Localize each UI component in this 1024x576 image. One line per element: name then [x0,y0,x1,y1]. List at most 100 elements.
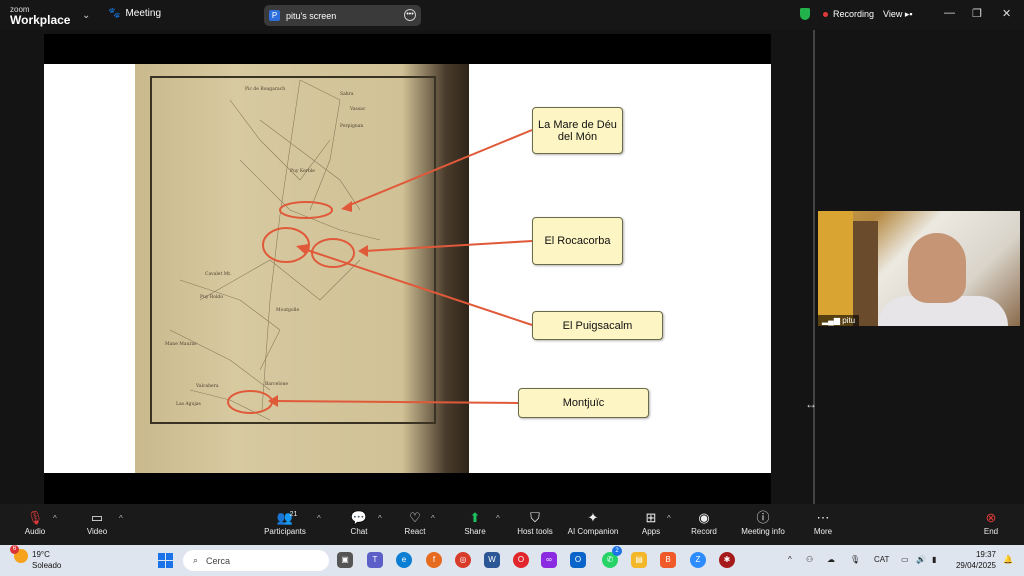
svg-text:Barcelone: Barcelone [265,381,288,387]
host-tools-button[interactable]: ⛉ Host tools [514,508,556,536]
notification-icon[interactable]: 🔔 [1003,555,1013,564]
audio-button[interactable]: 🎙 Audio [22,508,48,536]
apps-icon: ⊞ [645,510,657,525]
svg-text:Cavalet Mt.: Cavalet Mt. [205,271,232,277]
record-icon: ◉ [698,510,710,525]
chrome-icon[interactable]: ◎ [455,552,471,568]
audio-caret-icon[interactable]: ^ [53,514,57,523]
sparkle-icon: ✦ [587,510,599,525]
meeting-info-label: Meeting info [741,527,785,536]
react-label: React [404,527,426,536]
ai-companion-label: AI Companion [567,527,619,536]
search-placeholder: Cerca [206,555,231,566]
end-button[interactable]: ⊗ End [978,508,1004,536]
share-screen-icon: ⬆ [469,510,481,525]
panel-divider[interactable] [813,30,815,504]
participants-caret-icon[interactable]: ^ [317,514,321,523]
brave-icon[interactable]: B [660,552,676,568]
react-caret-icon[interactable]: ^ [431,514,435,523]
paint-splash-icon[interactable]: ✱ [719,552,735,568]
participant-name-tag: ▂▄▆ pitu [818,315,860,326]
camera-icon: ▭ [90,510,104,525]
react-button[interactable]: ♡ React [402,508,428,536]
display-icon[interactable]: ▭ [901,555,909,564]
host-tools-label: Host tools [517,527,553,536]
clock-date: 29/04/2025 [955,561,996,570]
search-icon: ⌕ [193,555,199,565]
windows-taskbar: 6 19°C Soleado ⌕ Cerca ▣ T e f ◎ W O ∞ O… [0,545,1024,576]
task-view-icon[interactable]: ▣ [337,552,353,568]
participant-name: pitu [842,316,856,325]
background-shelf [853,221,878,326]
participant-video-tile[interactable]: ▂▄▆ pitu [818,211,1020,326]
taskbar-search[interactable]: ⌕ Cerca [183,550,329,571]
weather-widget[interactable]: 6 19°C Soleado [10,545,62,571]
firefox-icon[interactable]: f [426,552,442,568]
whatsapp-icon[interactable]: ✆ 2 [602,546,622,568]
note-montjuic: Montjuïc [518,388,649,418]
svg-text:Las Agujas: Las Agujas [176,401,202,407]
chat-button[interactable]: 💬 Chat [346,508,372,536]
svg-text:Moutgolle: Moutgolle [276,307,299,313]
meeting-info-button[interactable]: ⓘ Meeting info [738,508,788,536]
volume-icon[interactable]: 🔊 [916,555,926,564]
onedrive-icon[interactable]: ☁ [827,555,835,564]
network-icon[interactable]: ⚇ [806,555,813,564]
file-explorer-icon[interactable]: ▤ [631,552,647,568]
more-button[interactable]: ⋯ More [810,508,836,536]
word-icon[interactable]: W [484,552,500,568]
more-icon: ⋯ [816,510,830,525]
note-la-mare-de-deu: La Mare de Déu del Món [532,107,623,154]
participants-icon: 👥 [276,510,294,525]
teams-icon[interactable]: T [367,552,383,568]
opera-icon[interactable]: O [513,552,529,568]
zoom-taskbar-icon[interactable]: Z [690,552,706,568]
chat-caret-icon[interactable]: ^ [378,514,382,523]
outlook-icon[interactable]: O [570,552,586,568]
host-shield-icon: ⛉ [530,510,540,525]
participants-count: 21 [289,511,298,518]
ai-companion-button[interactable]: ✦ AI Companion [566,508,620,536]
temperature: 19°C [32,550,50,559]
share-caret-icon[interactable]: ^ [496,514,500,523]
svg-text:Pic de Bougarach: Pic de Bougarach [245,86,285,92]
svg-text:Valcahera: Valcahera [195,383,219,389]
svg-text:Puy Roldo: Puy Roldo [200,294,223,300]
resize-handle-icon[interactable]: ↔ [805,397,817,411]
tray-chevron-icon[interactable]: ^ [788,555,792,564]
participants-label: Participants [264,527,306,536]
note-puigsacalm: El Puigsacalm [532,311,663,340]
record-button[interactable]: ◉ Record [688,508,720,536]
end-call-icon: ⊗ [985,510,997,525]
note-text: La Mare de Déu del Món [538,118,617,143]
video-label: Video [86,527,108,536]
taskbar-clock[interactable]: 19:37 29/04/2025 [952,549,996,571]
infinity-app-icon[interactable]: ∞ [541,552,557,568]
language-indicator[interactable]: CAT [874,555,889,564]
more-label: More [813,527,833,536]
muted-mic-icon: 🎙 [26,510,44,525]
video-button[interactable]: ▭ Video [84,508,110,536]
share-button[interactable]: ⬆ Share [462,508,488,536]
participant-face [908,233,966,303]
battery-icon[interactable]: ▮ [932,555,936,564]
participants-button[interactable]: 👥 21 Participants [262,508,308,536]
record-label: Record [691,527,717,536]
note-text: El Puigsacalm [562,319,633,332]
microphone-icon[interactable]: 🎙 [850,555,860,564]
windows-start-icon[interactable] [158,553,173,568]
edge-icon[interactable]: e [396,552,412,568]
sun-icon: 6 [10,545,28,563]
svg-text:Sahra: Sahra [340,91,354,97]
apps-caret-icon[interactable]: ^ [667,514,671,523]
note-rocacorba: El Rocacorba [532,217,623,265]
signal-icon: ▂▄▆ [822,316,840,325]
meeting-toolbar: 🎙 Audio ^ ▭ Video ^ 👥 21 Participants ^ … [0,504,1024,545]
clock-time: 19:37 [975,550,996,559]
chat-icon: 💬 [350,510,368,525]
weather-condition: Soleado [32,561,62,570]
background-wall [818,211,853,326]
apps-button[interactable]: ⊞ Apps [638,508,664,536]
video-caret-icon[interactable]: ^ [119,514,123,523]
whatsapp-badge: 2 [612,546,622,556]
